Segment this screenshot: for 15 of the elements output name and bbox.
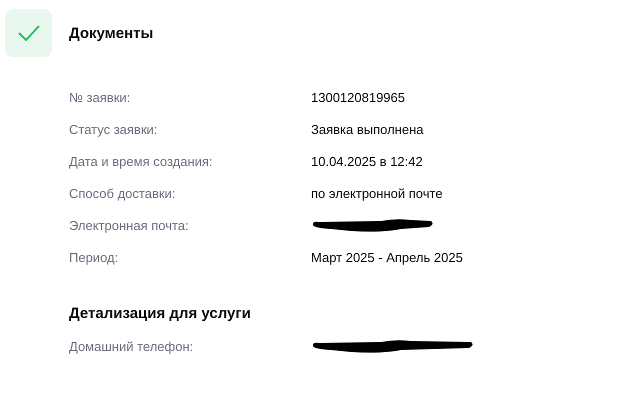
detail-value: Март 2025 - Апрель 2025 [311, 250, 464, 264]
section-title: Документы [69, 24, 154, 42]
detail-label: Статус заявки: [69, 122, 158, 136]
detail-label: Домашний телефон: [69, 338, 194, 354]
detail-label: № заявки: [69, 90, 132, 104]
detail-value: 1300120819965 [311, 90, 406, 104]
detail-label: Период: [69, 250, 120, 264]
detail-value: по электронной почте [311, 186, 444, 200]
detail-value: Заявка выполнена [311, 122, 424, 136]
detail-label: Дата и время создания: [69, 154, 214, 168]
section-title: Детализация для услуги [68, 304, 252, 324]
detail-label: Электронная почта: [69, 218, 190, 232]
detail-value: 10.04.2025 в 12:42 [311, 154, 424, 168]
check-icon [18, 25, 40, 41]
detail-label: Способ доставки: [69, 186, 176, 200]
